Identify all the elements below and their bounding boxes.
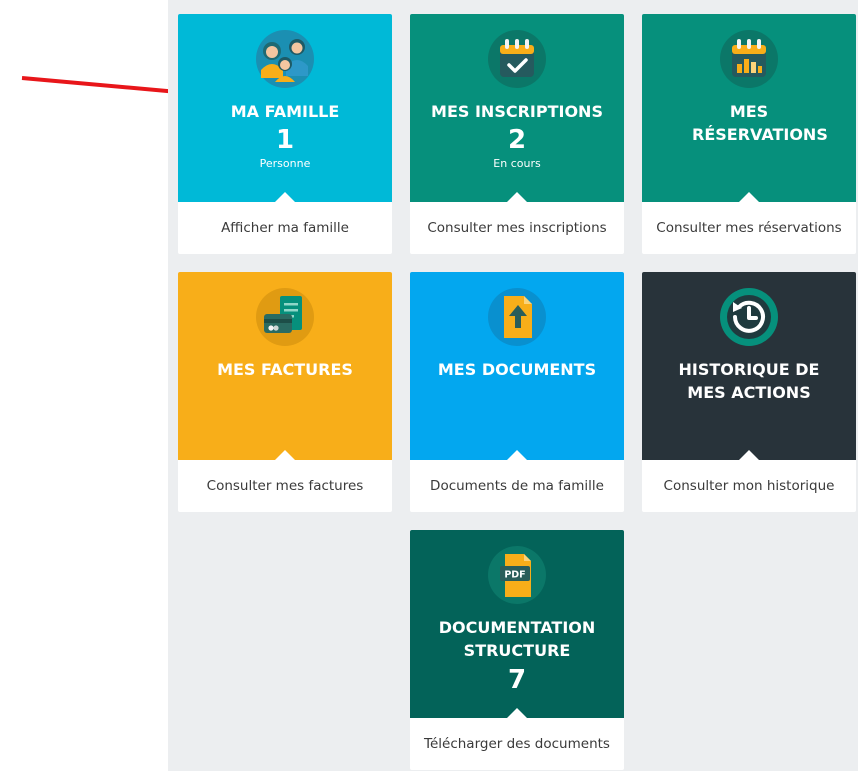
tile-title: MES DOCUMENTS	[437, 360, 597, 379]
tile-link[interactable]: Afficher ma famille	[178, 202, 392, 254]
tile-subtitle: En cours	[493, 157, 541, 170]
tile-header: MES RÉSERVATIONS	[642, 14, 856, 203]
tile-title: HISTORIQUE DE MES ACTIONS	[678, 360, 820, 402]
dashboard-panel: MA FAMILLE 1 Personne Afficher ma famill…	[168, 0, 858, 771]
tile-title: MES FACTURES	[217, 360, 353, 379]
tile-count: 2	[507, 125, 527, 155]
tile-mes-inscriptions[interactable]: MES INSCRIPTIONS 2 En cours Consulter me…	[410, 14, 624, 254]
tile-link[interactable]: Consulter mon historique	[642, 460, 856, 512]
tile-mes-documents[interactable]: MES DOCUMENTS Documents de ma famille	[410, 272, 624, 512]
tile-documentation-structure[interactable]: PDF DOCUMENTATION STRUCTURE 7 Télécharge…	[410, 530, 624, 770]
tile-link[interactable]: Consulter mes factures	[178, 460, 392, 512]
tile-header: MES INSCRIPTIONS 2 En cours	[410, 14, 624, 203]
tile-title: DOCUMENTATION STRUCTURE	[438, 618, 596, 660]
tile-link[interactable]: Documents de ma famille	[410, 460, 624, 512]
history-icon	[720, 288, 778, 346]
tile-count: 1	[275, 125, 295, 155]
family-icon	[256, 30, 314, 88]
tile-header: MA FAMILLE 1 Personne	[178, 14, 392, 203]
tile-subtitle: Personne	[259, 157, 311, 170]
tile-title: MA FAMILLE	[230, 102, 340, 121]
pdf-icon: PDF	[488, 546, 546, 604]
document-upload-icon	[488, 288, 546, 346]
calendar-check-icon	[488, 30, 546, 88]
tile-header: HISTORIQUE DE MES ACTIONS	[642, 272, 856, 461]
tile-header: MES FACTURES	[178, 272, 392, 461]
tile-mes-reservations[interactable]: MES RÉSERVATIONS Consulter mes réservati…	[642, 14, 856, 254]
tile-ma-famille[interactable]: MA FAMILLE 1 Personne Afficher ma famill…	[178, 14, 392, 254]
pdf-icon-label: PDF	[504, 570, 525, 581]
tile-historique[interactable]: HISTORIQUE DE MES ACTIONS Consulter mon …	[642, 272, 856, 512]
tile-mes-factures[interactable]: MES FACTURES Consulter mes factures	[178, 272, 392, 512]
tile-title: MES INSCRIPTIONS	[431, 102, 603, 121]
tile-title: MES RÉSERVATIONS	[692, 102, 828, 144]
tile-link[interactable]: Consulter mes inscriptions	[410, 202, 624, 254]
calendar-chart-icon	[720, 30, 778, 88]
tile-count: 7	[507, 665, 527, 695]
tile-link[interactable]: Consulter mes réservations	[642, 202, 856, 254]
tile-header: MES DOCUMENTS	[410, 272, 624, 461]
tile-link[interactable]: Télécharger des documents	[410, 718, 624, 770]
tile-header: PDF DOCUMENTATION STRUCTURE 7	[410, 530, 624, 719]
invoice-card-icon	[256, 288, 314, 346]
